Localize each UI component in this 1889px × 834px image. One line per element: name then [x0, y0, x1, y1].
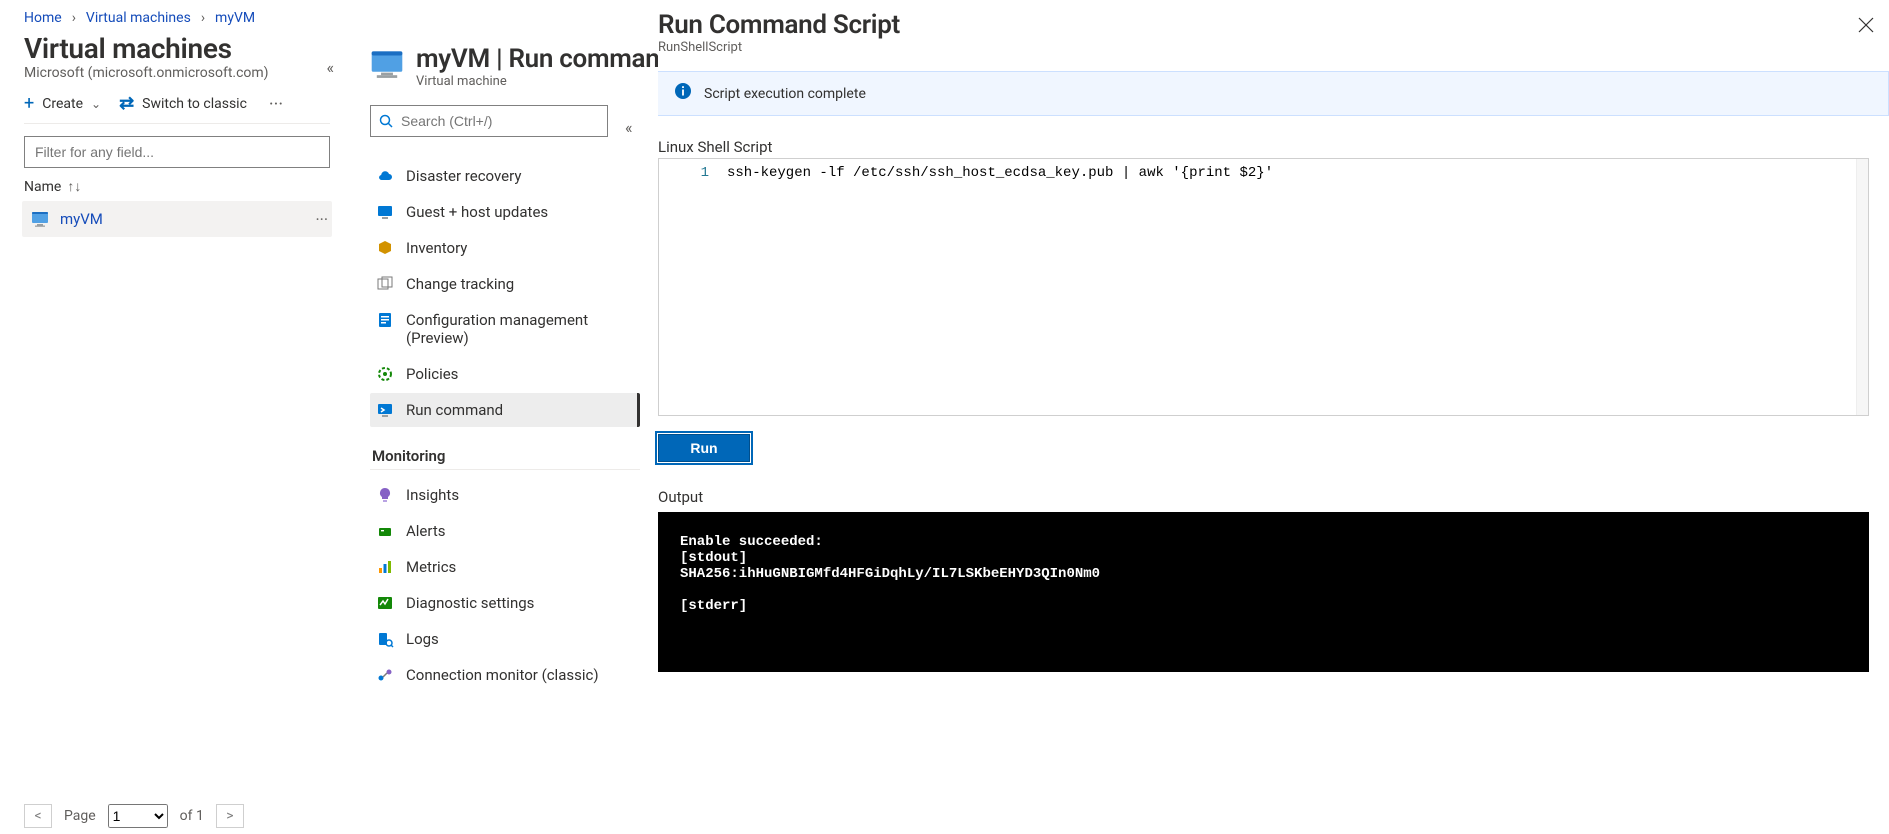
script-text[interactable]: ssh-keygen -lf /etc/ssh/ssh_host_ecdsa_k… — [719, 159, 1856, 415]
sidebar-item-logs[interactable]: Logs — [370, 622, 640, 656]
chevron-down-icon: ⌄ — [91, 97, 101, 111]
col-name-label: Name — [24, 179, 61, 195]
output-console: Enable succeeded: [stdout] SHA256:ihHuGN… — [658, 512, 1869, 672]
sidebar-item-metrics[interactable]: Metrics — [370, 550, 640, 584]
sidebar-item-label: Run command — [406, 401, 503, 419]
sidebar-item-label: Inventory — [406, 239, 467, 257]
sidebar-item-label: Guest + host updates — [406, 203, 548, 221]
sidebar-item-insights[interactable]: Insights — [370, 478, 640, 512]
status-banner: Script execution complete — [658, 71, 1889, 116]
sidebar-item-disaster-recovery[interactable]: Disaster recovery — [370, 159, 640, 193]
sidebar-section-monitoring: Monitoring — [370, 447, 640, 470]
filter-input[interactable] — [24, 136, 330, 168]
list-item[interactable]: myVM ··· — [22, 201, 332, 237]
switch-label: Switch to classic — [142, 96, 247, 112]
collapse-pane-icon[interactable]: « — [326, 58, 334, 77]
vm-link[interactable]: myVM — [60, 210, 305, 228]
sidebar-item-policies[interactable]: Policies — [370, 357, 640, 391]
chevron-right-icon: › — [72, 10, 76, 26]
logs-icon — [376, 630, 394, 648]
plus-icon: + — [24, 95, 34, 113]
cloud-icon — [376, 167, 394, 185]
prev-page-button[interactable]: < — [24, 804, 52, 828]
chevron-right-icon: › — [201, 10, 205, 26]
sidebar-item-label: Change tracking — [406, 275, 514, 293]
updates-icon — [376, 203, 394, 221]
sidebar-item-alerts[interactable]: Alerts — [370, 514, 640, 548]
sidebar-item-label: Alerts — [406, 522, 446, 540]
banner-text: Script execution complete — [704, 86, 866, 102]
box-icon — [376, 239, 394, 257]
blade-subtitle: Virtual machine — [416, 74, 674, 89]
collapse-pane-icon[interactable]: « — [625, 118, 633, 137]
sort-icon: ↑↓ — [67, 178, 81, 195]
page-title: Virtual machines — [24, 32, 330, 65]
page-of-label: of 1 — [180, 808, 204, 824]
line-number: 1 — [659, 159, 719, 415]
search-input[interactable] — [370, 105, 608, 137]
breadcrumb: Home › Virtual machines › myVM — [0, 10, 354, 26]
sidebar-item-label: Insights — [406, 486, 459, 504]
tenant-label: Microsoft (microsoft.onmicrosoft.com) — [24, 65, 330, 81]
sidebar-item-label: Diagnostic settings — [406, 594, 534, 612]
row-more-icon[interactable]: ··· — [315, 210, 328, 229]
vm-icon — [370, 48, 404, 82]
run-icon — [376, 401, 394, 419]
column-header-name[interactable]: Name ↑↓ — [24, 178, 330, 195]
output-label: Output — [658, 488, 1869, 506]
vm-icon — [30, 209, 50, 229]
run-button[interactable]: Run — [658, 434, 750, 462]
conn-icon — [376, 666, 394, 684]
create-label: Create — [42, 96, 83, 112]
toolbar: + Create ⌄ ⇄ Switch to classic ··· — [24, 93, 330, 124]
sidebar-item-label: Metrics — [406, 558, 456, 576]
info-icon — [674, 82, 692, 105]
create-button[interactable]: + Create ⌄ — [24, 93, 101, 115]
track-icon — [376, 275, 394, 293]
breadcrumb-vms[interactable]: Virtual machines — [86, 10, 191, 26]
breadcrumb-home[interactable]: Home — [24, 10, 62, 26]
diag-icon — [376, 594, 394, 612]
sidebar-item-inventory[interactable]: Inventory — [370, 231, 640, 265]
switch-classic-button[interactable]: ⇄ Switch to classic — [119, 93, 247, 115]
doc-icon — [376, 311, 394, 329]
editor-minimap[interactable] — [1856, 159, 1868, 415]
rcs-subtitle: RunShellScript — [658, 40, 1889, 55]
page-label: Page — [64, 808, 96, 824]
blade-title: myVM | Run command — [416, 44, 674, 74]
shield-icon — [376, 365, 394, 383]
breadcrumb-vm[interactable]: myVM — [215, 10, 255, 26]
sidebar-item-label: Configuration management (Preview) — [406, 311, 630, 347]
sidebar-item-run-command[interactable]: Run command — [370, 393, 640, 427]
chart-icon — [376, 558, 394, 576]
more-icon[interactable]: ··· — [265, 94, 287, 115]
sidebar-item-connection-monitor-classic[interactable]: Connection monitor (classic) — [370, 658, 640, 692]
editor-label: Linux Shell Script — [658, 138, 1869, 156]
search-icon — [378, 113, 394, 133]
alert-icon — [376, 522, 394, 540]
next-page-button[interactable]: > — [216, 804, 244, 828]
sidebar-item-diagnostic-settings[interactable]: Diagnostic settings — [370, 586, 640, 620]
sidebar-item-configuration-management-preview[interactable]: Configuration management (Preview) — [370, 303, 640, 355]
rcs-title: Run Command Script — [658, 10, 1889, 40]
close-icon[interactable] — [1857, 16, 1875, 38]
sidebar-item-guest-host-updates[interactable]: Guest + host updates — [370, 195, 640, 229]
sidebar-item-label: Disaster recovery — [406, 167, 521, 185]
sidebar-item-label: Logs — [406, 630, 439, 648]
sidebar-item-change-tracking[interactable]: Change tracking — [370, 267, 640, 301]
pager: < Page 1 of 1 > — [24, 804, 330, 828]
script-editor[interactable]: 1 ssh-keygen -lf /etc/ssh/ssh_host_ecdsa… — [658, 158, 1869, 416]
page-select[interactable]: 1 — [108, 804, 168, 828]
sidebar-item-label: Policies — [406, 365, 458, 383]
bulb-icon — [376, 486, 394, 504]
swap-icon: ⇄ — [119, 95, 134, 113]
sidebar-item-label: Connection monitor (classic) — [406, 666, 599, 684]
